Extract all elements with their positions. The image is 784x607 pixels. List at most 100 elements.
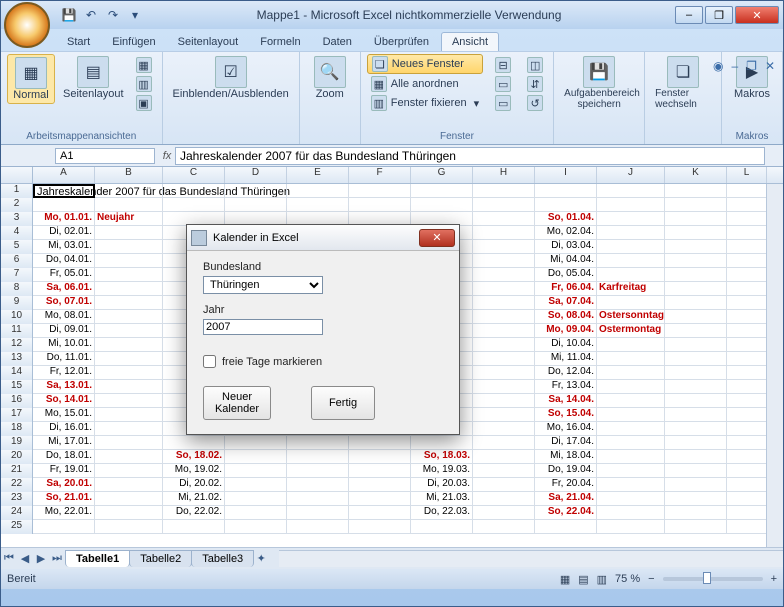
- cell[interactable]: [535, 184, 597, 198]
- cell[interactable]: [727, 282, 767, 296]
- cell[interactable]: [597, 198, 665, 212]
- cell[interactable]: [727, 268, 767, 282]
- row-header[interactable]: 14: [1, 366, 33, 380]
- cell[interactable]: Fr, 13.04.: [535, 380, 597, 394]
- horizontal-scrollbar[interactable]: [279, 550, 783, 567]
- cell[interactable]: [349, 184, 411, 198]
- cell[interactable]: [95, 198, 163, 212]
- cell[interactable]: [665, 226, 727, 240]
- fertig-button[interactable]: Fertig: [311, 386, 375, 420]
- zoom-button[interactable]: 🔍Zoom: [306, 54, 354, 102]
- cell[interactable]: [597, 184, 665, 198]
- sync-scroll-button[interactable]: ⇵: [523, 75, 547, 93]
- cell[interactable]: [163, 198, 225, 212]
- cell[interactable]: Mo, 09.04.: [535, 324, 597, 338]
- cell[interactable]: [727, 254, 767, 268]
- tab-einfuegen[interactable]: Einfügen: [102, 33, 165, 51]
- help-icon[interactable]: ◉: [713, 59, 723, 73]
- cell[interactable]: So, 21.01.: [33, 492, 95, 506]
- row-header[interactable]: 2: [1, 198, 33, 212]
- cell[interactable]: [349, 506, 411, 520]
- cell[interactable]: [665, 492, 727, 506]
- cell[interactable]: Do, 22.03.: [411, 506, 473, 520]
- cell[interactable]: Do, 12.04.: [535, 366, 597, 380]
- cell[interactable]: [349, 492, 411, 506]
- cell[interactable]: Sa, 13.01.: [33, 380, 95, 394]
- save-workspace-button[interactable]: 💾Aufgabenbereich speichern: [560, 54, 638, 112]
- cell[interactable]: Di, 02.01.: [33, 226, 95, 240]
- cell[interactable]: [95, 436, 163, 450]
- cell[interactable]: [95, 338, 163, 352]
- cell[interactable]: Do, 11.01.: [33, 352, 95, 366]
- cell[interactable]: [665, 478, 727, 492]
- cell[interactable]: [33, 198, 95, 212]
- cell[interactable]: [597, 478, 665, 492]
- cell[interactable]: [95, 226, 163, 240]
- cell[interactable]: [95, 296, 163, 310]
- cell[interactable]: [597, 212, 665, 226]
- row-header[interactable]: 19: [1, 436, 33, 450]
- row-header[interactable]: 7: [1, 268, 33, 282]
- tab-formeln[interactable]: Formeln: [250, 33, 310, 51]
- cell[interactable]: [727, 436, 767, 450]
- cell[interactable]: Jahreskalender 2007 für das Bundesland T…: [33, 184, 95, 198]
- cell[interactable]: [597, 380, 665, 394]
- side-by-side-button[interactable]: ◫: [523, 56, 547, 74]
- row-header[interactable]: 5: [1, 240, 33, 254]
- cell[interactable]: [411, 198, 473, 212]
- cell[interactable]: [665, 366, 727, 380]
- cell[interactable]: Di, 03.04.: [535, 240, 597, 254]
- cell[interactable]: [597, 254, 665, 268]
- row-header[interactable]: 20: [1, 450, 33, 464]
- cell[interactable]: [727, 324, 767, 338]
- cell[interactable]: [95, 408, 163, 422]
- cell[interactable]: Mi, 17.01.: [33, 436, 95, 450]
- cell[interactable]: [95, 282, 163, 296]
- cell[interactable]: Mo, 01.01.: [33, 212, 95, 226]
- cell[interactable]: Ostermontag: [597, 324, 665, 338]
- cell[interactable]: [727, 422, 767, 436]
- cell[interactable]: [665, 198, 727, 212]
- cell[interactable]: [665, 268, 727, 282]
- cell[interactable]: Sa, 21.04.: [535, 492, 597, 506]
- undo-icon[interactable]: ↶: [83, 7, 99, 23]
- cell[interactable]: [473, 296, 535, 310]
- zoom-level[interactable]: 75 %: [615, 573, 640, 585]
- column-header-H[interactable]: H: [473, 167, 535, 183]
- cell[interactable]: [225, 450, 287, 464]
- cell[interactable]: [727, 366, 767, 380]
- cell[interactable]: [349, 450, 411, 464]
- cell[interactable]: [473, 212, 535, 226]
- cell[interactable]: [95, 254, 163, 268]
- cell[interactable]: Di, 09.01.: [33, 324, 95, 338]
- cell[interactable]: Mo, 22.01.: [33, 506, 95, 520]
- cell[interactable]: [727, 478, 767, 492]
- cell[interactable]: [665, 296, 727, 310]
- cell[interactable]: [727, 352, 767, 366]
- row-header[interactable]: 15: [1, 380, 33, 394]
- cell[interactable]: [473, 338, 535, 352]
- cell[interactable]: Di, 20.02.: [163, 478, 225, 492]
- sheet-nav-prev[interactable]: ◀: [17, 552, 33, 565]
- cell[interactable]: [287, 184, 349, 198]
- cell[interactable]: [597, 268, 665, 282]
- cell[interactable]: [473, 268, 535, 282]
- cell[interactable]: [225, 492, 287, 506]
- save-icon[interactable]: 💾: [61, 7, 77, 23]
- row-header[interactable]: 17: [1, 408, 33, 422]
- vertical-scrollbar[interactable]: [766, 184, 783, 547]
- column-header-L[interactable]: L: [727, 167, 767, 183]
- cell[interactable]: Sa, 07.04.: [535, 296, 597, 310]
- cell[interactable]: [473, 464, 535, 478]
- column-header-I[interactable]: I: [535, 167, 597, 183]
- doc-restore-icon[interactable]: ❐: [746, 59, 757, 73]
- arrange-all-button[interactable]: ▦Alle anordnen: [367, 75, 483, 93]
- cell[interactable]: [665, 212, 727, 226]
- minimize-button[interactable]: –: [675, 6, 703, 24]
- cell[interactable]: Fr, 05.01.: [33, 268, 95, 282]
- cell[interactable]: [597, 464, 665, 478]
- cell[interactable]: [665, 240, 727, 254]
- cell[interactable]: [473, 506, 535, 520]
- cell[interactable]: [727, 464, 767, 478]
- row-header[interactable]: 24: [1, 506, 33, 520]
